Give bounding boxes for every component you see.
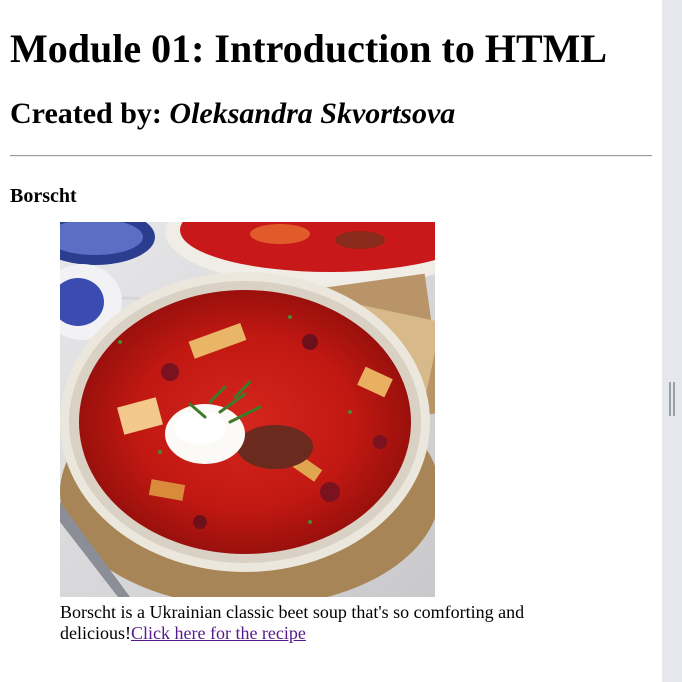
grip-icon[interactable]	[669, 382, 675, 416]
vertical-scrollbar[interactable]	[662, 0, 682, 682]
divider	[10, 155, 652, 157]
page: Module 01: Introduction to HTML Created …	[0, 0, 662, 682]
main-content: Module 01: Introduction to HTML Created …	[0, 27, 662, 644]
recipe-caption: Borscht is a Ukrainian classic beet soup…	[60, 602, 580, 644]
recipe-heading: Borscht	[10, 185, 77, 207]
created-by-label: Created by:	[10, 97, 162, 130]
borscht-photo	[60, 222, 435, 597]
recipe-figure: Borscht is a Ukrainian classic beet soup…	[60, 222, 580, 644]
recipe-link[interactable]: Click here for the recipe	[131, 623, 306, 643]
author-line: Created by: Oleksandra Skvortsova	[10, 97, 652, 131]
author-name: Oleksandra Skvortsova	[169, 97, 456, 130]
page-title: Module 01: Introduction to HTML	[10, 26, 608, 71]
